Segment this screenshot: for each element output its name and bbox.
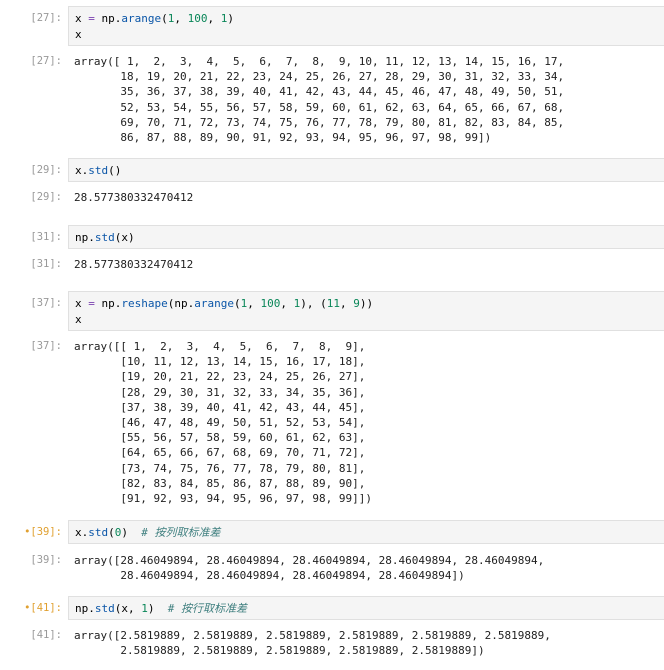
output-line: array([2.5819889, 2.5819889, 2.5819889, … <box>74 629 551 642</box>
code-line: x = np.arange(1, 100, 1) <box>69 11 664 27</box>
output-area: 28.577380332470412 <box>68 190 664 205</box>
code-token: , <box>247 297 261 310</box>
code-token: 100 <box>187 12 208 25</box>
code-token: ( <box>233 297 241 310</box>
output-area: array([[ 1, 2, 3, 4, 5, 6, 7, 8, 9], [10… <box>68 339 664 506</box>
output-line: 28.46049894, 28.46049894, 28.46049894, 2… <box>74 569 465 583</box>
output-area: array([2.5819889, 2.5819889, 2.5819889, … <box>68 628 664 658</box>
output-line: [64, 65, 66, 67, 68, 69, 70, 71, 72], <box>74 446 366 460</box>
output-line: 2.5819889, 2.5819889, 2.5819889, 2.58198… <box>74 644 485 658</box>
output-area: array([ 1, 2, 3, 4, 5, 6, 7, 8, 9, 10, 1… <box>68 54 664 145</box>
code-line: np.std(x) <box>69 230 664 246</box>
code-token: # 按列取标准差 <box>141 526 221 539</box>
code-token: = <box>88 297 95 310</box>
code-token: std <box>94 602 115 615</box>
code-token: np. <box>75 231 95 244</box>
output-line: [73, 74, 75, 76, 77, 78, 79, 80, 81], <box>74 461 366 475</box>
code-token: , <box>280 297 294 310</box>
code-line: x.std() <box>69 163 664 179</box>
code-editor[interactable]: x = np.reshape(np.arange(1, 100, 1), (11… <box>68 291 664 331</box>
output-line: 86, 87, 88, 89, 90, 91, 92, 93, 94, 95, … <box>74 131 492 145</box>
code-editor[interactable]: x = np.arange(1, 100, 1) x <box>68 6 664 46</box>
code-token: # 按行取标准差 <box>167 602 247 615</box>
code-token: std <box>88 164 109 177</box>
code-token: x <box>75 297 89 310</box>
code-line: x.std(0) # 按列取标准差 <box>69 525 664 541</box>
code-token: std <box>94 231 115 244</box>
output-line: [10, 11, 12, 13, 14, 15, 16, 17, 18], <box>74 355 366 369</box>
code-token: np. <box>94 12 122 25</box>
code-line: x <box>69 27 664 43</box>
code-token: (np. <box>167 297 195 310</box>
code-token: )) <box>359 297 374 310</box>
output-line: 52, 53, 54, 55, 56, 57, 58, 59, 60, 61, … <box>74 100 565 114</box>
input-prompt: [31]: <box>30 231 62 243</box>
code-token: x <box>75 12 89 25</box>
code-token: ( <box>108 526 115 539</box>
output-line: 28.577380332470412 <box>74 191 194 204</box>
code-token: ) <box>121 526 142 539</box>
code-token: np. <box>75 602 95 615</box>
code-token: = <box>88 12 95 25</box>
code-token: , <box>174 12 188 25</box>
code-token: arange <box>194 297 234 310</box>
code-token: (x, <box>114 602 142 615</box>
code-line: x = np.reshape(np.arange(1, 100, 1), (11… <box>69 296 664 312</box>
output-line: [46, 47, 48, 49, 50, 51, 52, 53, 54], <box>74 416 366 430</box>
code-editor[interactable]: x.std() <box>68 158 664 182</box>
code-token: x. <box>75 526 89 539</box>
output-line: 28.577380332470412 <box>74 258 194 271</box>
output-line: 18, 19, 20, 21, 22, 23, 24, 25, 26, 27, … <box>74 70 565 84</box>
output-line: array([28.46049894, 28.46049894, 28.4604… <box>74 554 545 567</box>
code-editor[interactable]: np.std(x) <box>68 225 664 249</box>
output-prompt: [27]: <box>30 55 62 67</box>
code-token: 9 <box>353 297 360 310</box>
code-token: 11 <box>326 297 340 310</box>
output-line: [19, 20, 21, 22, 23, 24, 25, 26, 27], <box>74 370 366 384</box>
output-line: [37, 38, 39, 40, 41, 42, 43, 44, 45], <box>74 400 366 414</box>
code-token: (x) <box>114 231 135 244</box>
output-prompt: [29]: <box>30 191 62 203</box>
code-token: , <box>339 297 354 310</box>
input-prompt: [29]: <box>30 164 62 176</box>
code-token: ) <box>147 602 168 615</box>
output-area: 28.577380332470412 <box>68 257 664 272</box>
code-token: np. <box>94 297 122 310</box>
input-prompt: [27]: <box>30 12 62 24</box>
code-token: ( <box>161 12 168 25</box>
code-editor[interactable]: np.std(x, 1) # 按行取标准差 <box>68 596 664 620</box>
code-token: x <box>75 312 82 326</box>
code-token: 100 <box>260 297 281 310</box>
output-line: [82, 83, 84, 85, 86, 87, 88, 89, 90], <box>74 476 366 490</box>
input-prompt: •[39]: <box>24 526 62 538</box>
output-area: array([28.46049894, 28.46049894, 28.4604… <box>68 553 664 583</box>
code-token: reshape <box>121 297 168 310</box>
code-token: std <box>88 526 109 539</box>
code-line: x <box>69 312 664 328</box>
output-prompt: [41]: <box>30 629 62 641</box>
output-line: 69, 70, 71, 72, 73, 74, 75, 76, 77, 78, … <box>74 115 565 129</box>
output-line: [91, 92, 93, 94, 95, 96, 97, 98, 99]]) <box>74 492 373 506</box>
code-token: () <box>108 164 122 177</box>
code-token: ), ( <box>300 297 327 310</box>
code-token: x. <box>75 164 89 177</box>
code-editor[interactable]: x.std(0) # 按列取标准差 <box>68 520 664 544</box>
output-prompt: [39]: <box>30 554 62 566</box>
output-prompt: [31]: <box>30 258 62 270</box>
code-token: ) <box>227 12 234 25</box>
output-line: [55, 56, 57, 58, 59, 60, 61, 62, 63], <box>74 431 366 445</box>
code-token: 1 <box>141 602 148 615</box>
output-line: array([ 1, 2, 3, 4, 5, 6, 7, 8, 9, 10, 1… <box>74 55 565 68</box>
code-line: np.std(x, 1) # 按行取标准差 <box>69 601 664 617</box>
code-token: arange <box>121 12 162 25</box>
input-prompt: [37]: <box>30 297 62 309</box>
code-token: , <box>207 12 221 25</box>
output-line: array([[ 1, 2, 3, 4, 5, 6, 7, 8, 9], <box>74 340 366 353</box>
output-line: [28, 29, 30, 31, 32, 33, 34, 35, 36], <box>74 385 366 399</box>
input-prompt: •[41]: <box>24 602 62 614</box>
output-line: 35, 36, 37, 38, 39, 40, 41, 42, 43, 44, … <box>74 85 565 99</box>
output-prompt: [37]: <box>30 340 62 352</box>
code-token: x <box>75 27 82 41</box>
